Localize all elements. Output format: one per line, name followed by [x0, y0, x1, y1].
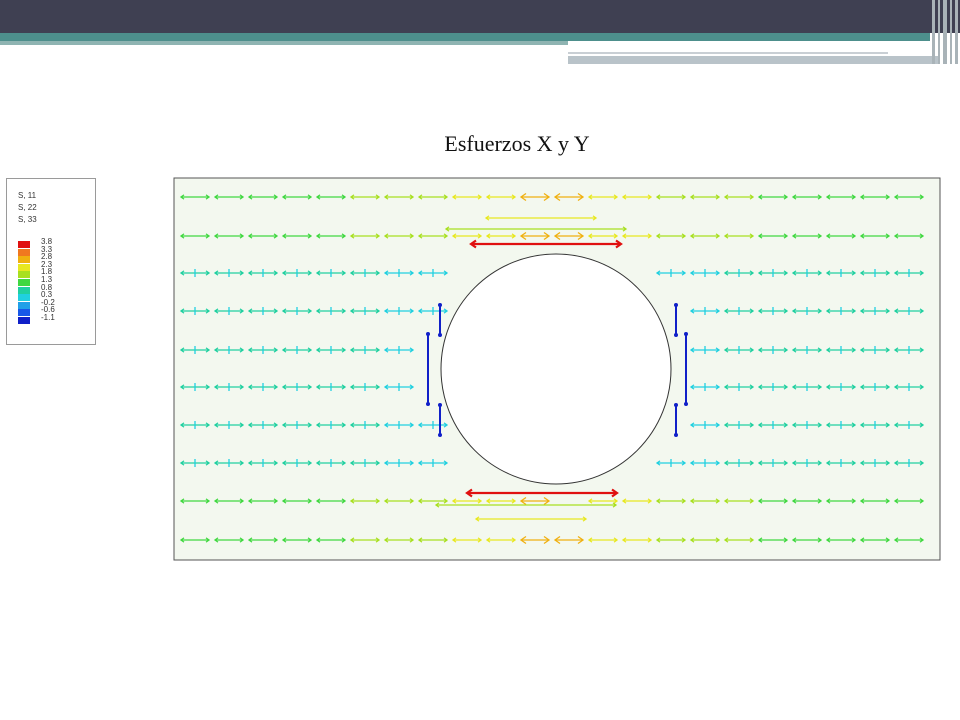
vector-node [438, 433, 442, 437]
vector-node [674, 333, 678, 337]
vector-node [426, 402, 430, 406]
vector-node [426, 332, 430, 336]
vector-node [684, 332, 688, 336]
vector-node [674, 433, 678, 437]
vector-node [674, 303, 678, 307]
vector-node [438, 403, 442, 407]
vector-node [438, 303, 442, 307]
vector-node [438, 333, 442, 337]
stress-vector-plot [173, 177, 941, 561]
vector-node [674, 403, 678, 407]
hole-outline [440, 253, 672, 485]
vector-node [684, 402, 688, 406]
